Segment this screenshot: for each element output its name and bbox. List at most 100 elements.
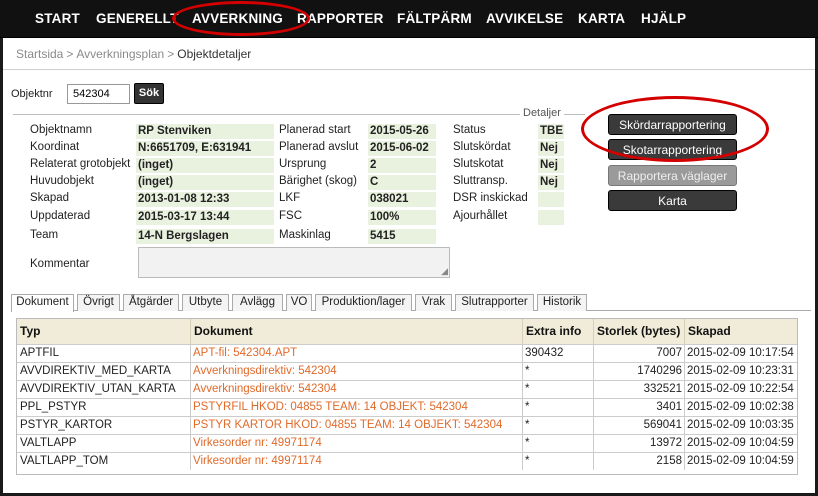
details-legend: Detaljer <box>520 107 564 119</box>
label-relaterat-grotobjekt: Relaterat grotobjekt <box>30 158 131 170</box>
tab-atgarder[interactable]: Åtgärder <box>123 294 179 311</box>
cell-dokument-link[interactable]: Virkesorder nr: 49971174 <box>191 435 523 452</box>
tab-historik[interactable]: Historik <box>537 294 587 311</box>
nav-faltparm[interactable]: FÄLTPÄRM <box>397 11 472 26</box>
value-ajourhallet <box>538 210 564 225</box>
value-dsr-inskickad <box>538 192 564 207</box>
resize-grip-icon[interactable]: ◢ <box>441 266 448 277</box>
cell-skapad: 2015-02-09 10:17:54 <box>687 347 794 359</box>
label-dsr-inskickad: DSR inskickad <box>453 192 528 204</box>
breadcrumb-startsida[interactable]: Startsida <box>16 47 63 61</box>
tab-avlagg[interactable]: Avlägg <box>232 294 283 311</box>
col-header-extra-info[interactable]: Extra info <box>523 319 594 344</box>
cell-skapad: 2015-02-09 10:23:31 <box>687 365 794 377</box>
label-fsc: FSC <box>279 210 302 222</box>
tab-vo[interactable]: VO <box>286 294 312 311</box>
label-barighet: Bärighet (skog) <box>279 175 357 187</box>
value-uppdaterad: 2015-03-17 13:44 <box>136 210 274 225</box>
cell-extra-info: * <box>523 417 594 434</box>
tab-produktion-lager[interactable]: Produktion/lager <box>315 294 412 311</box>
table-row[interactable]: PSTYR_KARTOR PSTYR KARTOR HKOD: 04855 TE… <box>17 416 797 434</box>
col-header-storlek[interactable]: Storlek (bytes) <box>594 319 685 344</box>
table-row[interactable]: PPL_PSTYR PSTYRFIL HKOD: 04855 TEAM: 14 … <box>17 398 797 416</box>
skotarrapportering-button[interactable]: Skotarrapportering <box>608 139 737 160</box>
top-nav: START GENERELLT AVVERKNING RAPPORTER FÄL… <box>0 0 818 38</box>
tab-ovrigt[interactable]: Övrigt <box>77 294 120 311</box>
breadcrumb-current: Objektdetaljer <box>177 47 252 61</box>
cell-dokument-link[interactable]: Avverkningsdirektiv: 542304 <box>191 363 523 380</box>
documents-table: Typ Dokument Extra info Storlek (bytes) … <box>16 318 798 475</box>
page-content: Startsida > Avverkningsplan > Objektdetaljer… <box>3 38 815 493</box>
col-header-skapad[interactable]: Skapad <box>685 319 797 344</box>
value-skapad: 2013-01-08 12:33 <box>136 192 274 207</box>
col-header-dokument[interactable]: Dokument <box>191 319 523 344</box>
nav-rapporter[interactable]: RAPPORTER <box>297 11 384 26</box>
cell-typ: VALTLAPP_TOM <box>17 453 191 470</box>
label-maskinlag: Maskinlag <box>279 229 331 241</box>
nav-karta[interactable]: KARTA <box>578 11 625 26</box>
cell-extra-info: * <box>523 363 594 380</box>
value-team: 14-N Bergslagen <box>136 229 274 244</box>
value-fsc: 100% <box>368 210 436 225</box>
value-relaterat-grotobjekt: (inget) <box>136 158 274 173</box>
label-lkf: LKF <box>279 192 301 204</box>
cell-typ: PSTYR_KARTOR <box>17 417 191 434</box>
cell-typ: VALTLAPP <box>17 435 191 452</box>
cell-dokument-link[interactable]: Avverkningsdirektiv: 542304 <box>191 381 523 398</box>
cell-typ: PPL_PSTYR <box>17 399 191 416</box>
breadcrumb-separator: > <box>66 47 74 61</box>
table-row[interactable]: APTFIL APT-fil: 542304.APT 390432 7007 2… <box>17 344 797 362</box>
cell-skapad: 2015-02-09 10:04:59 <box>687 437 794 449</box>
value-huvudobjekt: (inget) <box>136 175 274 190</box>
label-kommentar: Kommentar <box>30 258 90 270</box>
label-koordinat: Koordinat <box>30 141 80 153</box>
label-objektnamn: Objektnamn <box>30 124 93 136</box>
tab-utbyte[interactable]: Utbyte <box>182 294 229 311</box>
col-header-typ[interactable]: Typ <box>17 319 191 344</box>
label-planerad-avslut: Planerad avslut <box>279 141 359 153</box>
skordarrapportering-button[interactable]: Skördarrapportering <box>608 114 737 135</box>
cell-extra-info: * <box>523 399 594 416</box>
value-ursprung: 2 <box>368 158 436 173</box>
cell-skapad: 2015-02-09 10:04:59 <box>687 455 794 467</box>
table-row[interactable]: AVVDIREKTIV_UTAN_KARTA Avverkningsdirekt… <box>17 380 797 398</box>
cell-dokument-link[interactable]: APT-fil: 542304.APT <box>191 345 523 362</box>
label-team: Team <box>30 229 59 241</box>
value-lkf: 038021 <box>368 192 436 207</box>
nav-avverkning[interactable]: AVVERKNING <box>192 11 283 26</box>
value-koordinat: N:6651709, E:631941 <box>136 141 274 156</box>
value-slutskordat: Nej <box>538 141 564 156</box>
cell-storlek: 1740296 <box>594 363 685 380</box>
label-ajourhallet: Ajourhållet <box>453 210 508 222</box>
breadcrumb-avverkningsplan[interactable]: Avverkningsplan <box>76 47 164 61</box>
tab-slutrapporter[interactable]: Slutrapporter <box>455 294 534 311</box>
cell-storlek: 569041 <box>594 417 685 434</box>
karta-button[interactable]: Karta <box>608 190 737 211</box>
rapportera-vaglager-button[interactable]: Rapportera väglager <box>608 165 737 186</box>
label-planerad-start: Planerad start <box>279 124 351 136</box>
tab-vrak[interactable]: Vrak <box>415 294 452 311</box>
nav-hjalp[interactable]: HJÄLP <box>641 11 686 26</box>
nav-start[interactable]: START <box>35 11 80 26</box>
objektnr-input[interactable] <box>67 84 130 104</box>
cell-skapad: 2015-02-09 10:03:35 <box>687 419 794 431</box>
cell-dokument-link[interactable]: PSTYR KARTOR HKOD: 04855 TEAM: 14 OBJEKT… <box>191 417 523 434</box>
cell-skapad: 2015-02-09 10:22:54 <box>687 383 794 395</box>
table-row[interactable]: VALTLAPP_TOM Virkesorder nr: 49971174 * … <box>17 452 797 470</box>
tab-dokument[interactable]: Dokument <box>11 294 74 312</box>
label-skapad: Skapad <box>30 192 70 204</box>
table-row[interactable]: AVVDIREKTIV_MED_KARTA Avverkningsdirekti… <box>17 362 797 380</box>
breadcrumb: Startsida > Avverkningsplan > Objektdetaljer <box>16 47 251 61</box>
nav-avvikelse[interactable]: AVVIKELSE <box>486 11 563 26</box>
value-planerad-avslut: 2015-06-02 <box>368 141 436 156</box>
cell-dokument-link[interactable]: Virkesorder nr: 49971174 <box>191 453 523 470</box>
cell-dokument-link[interactable]: PSTYRFIL HKOD: 04855 TEAM: 14 OBJEKT: 54… <box>191 399 523 416</box>
label-slutskotat: Slutskotat <box>453 158 504 170</box>
table-row[interactable]: VALTLAPP Virkesorder nr: 49971174 * 1397… <box>17 434 797 452</box>
breadcrumb-separator: > <box>167 47 175 61</box>
breadcrumb-bar: Startsida > Avverkningsplan > Objektdetaljer <box>3 38 815 70</box>
sok-button[interactable]: Sök <box>134 83 164 104</box>
label-status: Status <box>453 124 486 136</box>
kommentar-textarea[interactable]: ◢ <box>138 247 450 278</box>
nav-generellt[interactable]: GENERELLT <box>96 11 179 26</box>
